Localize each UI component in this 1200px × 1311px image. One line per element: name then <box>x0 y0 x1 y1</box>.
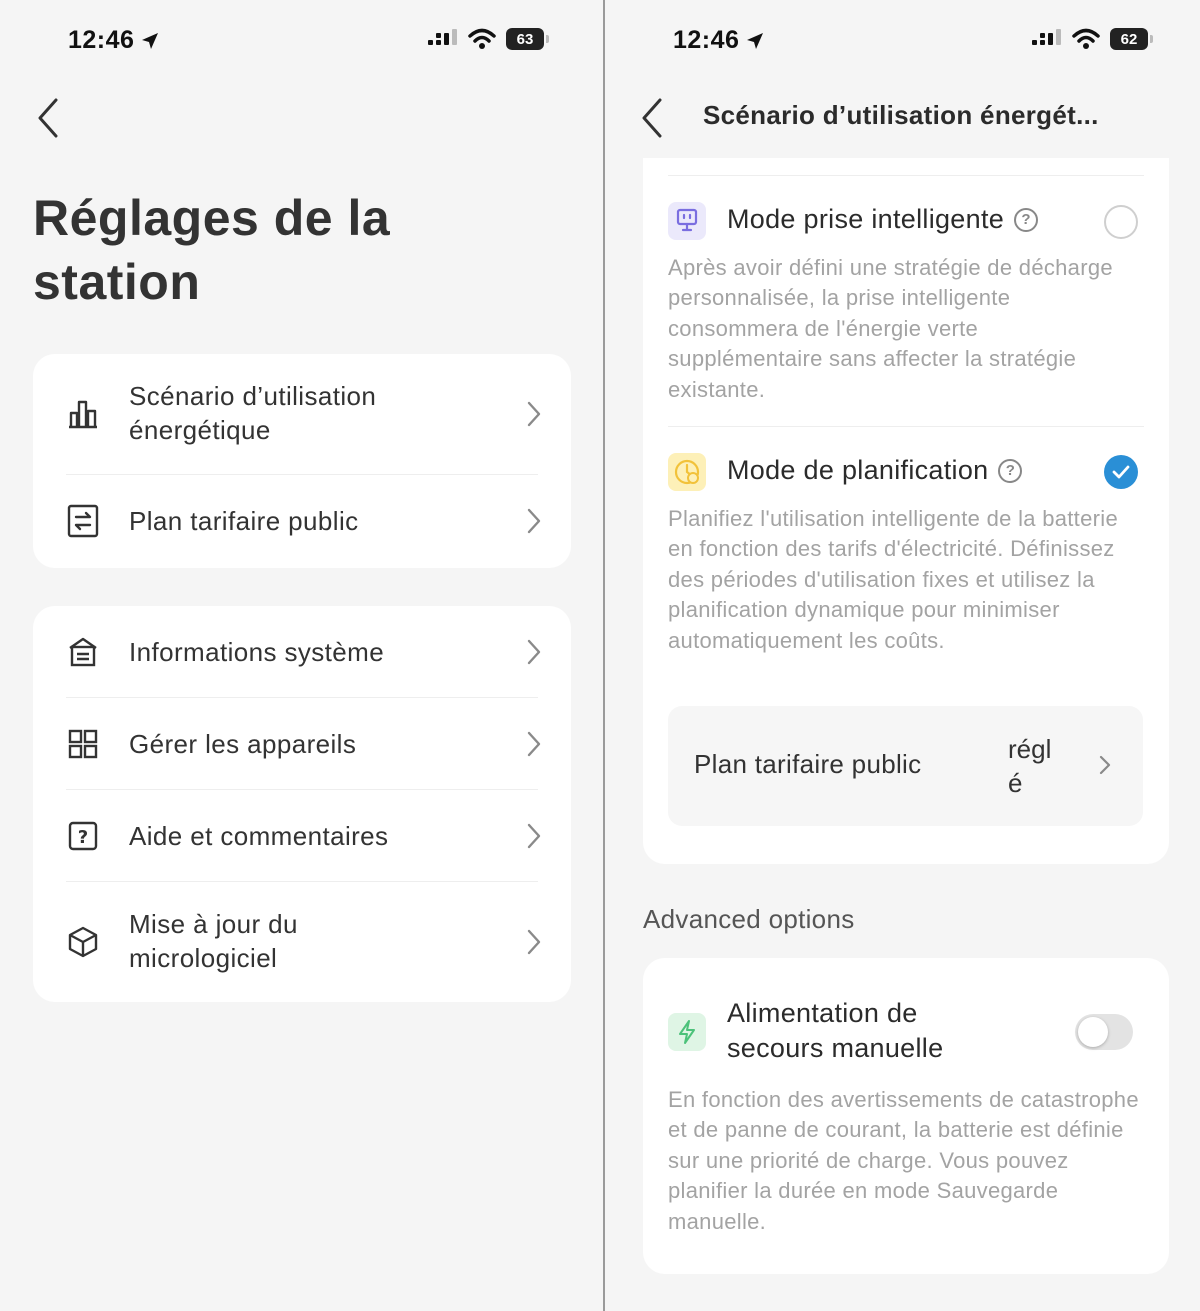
home-info-icon <box>66 635 100 669</box>
row-public-tariff-label: Plan tarifaire public <box>129 506 359 536</box>
toggle-knob <box>1078 1017 1108 1047</box>
schedule-title-text: Mode de planification <box>727 455 989 485</box>
check-icon <box>1112 465 1130 479</box>
chevron-right-icon <box>527 823 541 849</box>
page-title-line2: station <box>33 254 201 310</box>
smart-plug-mode-title: Mode prise intelligente ? <box>727 204 1039 235</box>
label-line1: Scénario d’utilisation <box>129 381 377 411</box>
help-box-icon: ? <box>66 819 100 853</box>
label-line2: micrologiciel <box>129 943 278 973</box>
label-line1: Mise à jour du <box>129 909 298 939</box>
right-screen: 12:46 62 Scénario d’utilisation énergét.… <box>605 0 1200 1311</box>
back-button[interactable] <box>34 96 64 140</box>
schedule-mode-title: Mode de planification ? <box>727 455 1023 486</box>
smart-plug-description: Après avoir défini une stratégie de déch… <box>668 255 1113 402</box>
row-firmware-update-label: Mise à jour du micrologiciel <box>129 907 298 975</box>
manual-backup-description: En fonction des avertissements de catast… <box>668 1087 1139 1234</box>
row-energy-scenario[interactable]: Scénario d’utilisation énergétique <box>33 354 571 474</box>
left-screen: 12:46 63 Réglages de la station Scénario… <box>0 0 603 1311</box>
cube-icon <box>66 925 100 959</box>
status-bar-time: 12:46 <box>673 26 765 55</box>
signal-icon <box>1032 29 1061 45</box>
row-firmware-update[interactable]: Mise à jour du micrologiciel <box>33 882 571 1002</box>
row-help-feedback[interactable]: ? Aide et commentaires <box>33 790 571 881</box>
battery-level: 62 <box>1120 30 1138 48</box>
smart-plug-icon <box>668 202 706 240</box>
advanced-options-card: Alimentation de secours manuelle En fonc… <box>643 958 1169 1274</box>
advanced-options-title: Advanced options <box>643 904 855 934</box>
status-line2: é <box>1008 768 1023 798</box>
settings-group-system: Informations système Gérer les appareils… <box>33 606 571 1002</box>
help-circle-icon[interactable]: ? <box>998 458 1023 483</box>
row-energy-scenario-label: Scénario d’utilisation énergétique <box>129 379 376 447</box>
row-system-info[interactable]: Informations système <box>33 606 571 697</box>
time-text: 12:46 <box>673 26 740 54</box>
battery-icon: 63 <box>506 28 549 50</box>
time-text: 12:46 <box>68 26 135 54</box>
bar-chart-icon <box>66 397 100 431</box>
chevron-right-icon <box>527 731 541 757</box>
label-line2: énergétique <box>129 415 271 445</box>
row-manage-devices-label: Gérer les appareils <box>129 729 357 759</box>
status-line1: régl <box>1008 734 1052 764</box>
grid-icon <box>66 727 100 761</box>
back-button[interactable] <box>638 96 668 140</box>
public-tariff-subcard[interactable]: Plan tarifaire public régl é <box>668 706 1143 826</box>
wifi-icon <box>468 28 496 49</box>
manual-backup-title: Alimentation de secours manuelle <box>727 996 943 1066</box>
title-line1: Alimentation de <box>727 998 918 1028</box>
title-line2: secours manuelle <box>727 1033 944 1063</box>
chevron-right-icon <box>527 401 541 427</box>
public-tariff-label: Plan tarifaire public <box>694 749 922 779</box>
row-system-info-label: Informations système <box>129 637 385 667</box>
chevron-right-icon <box>527 639 541 665</box>
chevron-right-icon <box>527 929 541 955</box>
public-tariff-status: régl é <box>1008 732 1051 800</box>
clock-icon <box>668 453 706 491</box>
status-bar-icons: 62 <box>1032 28 1153 50</box>
location-arrow-icon <box>747 32 764 49</box>
chevron-right-icon <box>1099 755 1111 775</box>
scenario-modes-card: Mode prise intelligente ? Après avoir dé… <box>643 158 1169 864</box>
header-title: Scénario d’utilisation énergét... <box>703 100 1099 130</box>
separator <box>668 175 1144 176</box>
chevron-right-icon <box>527 508 541 534</box>
signal-icon <box>428 29 457 45</box>
page-title-line1: Réglages de la <box>33 190 391 246</box>
page-title: Réglages de la station <box>33 186 390 314</box>
row-manage-devices[interactable]: Gérer les appareils <box>33 698 571 789</box>
help-circle-icon[interactable]: ? <box>1014 207 1039 232</box>
status-bar-time: 12:46 <box>68 26 160 55</box>
lightning-icon <box>668 1013 706 1051</box>
smart-plug-title-text: Mode prise intelligente <box>727 204 1005 234</box>
manual-backup-toggle[interactable] <box>1075 1014 1133 1050</box>
separator <box>668 426 1144 427</box>
row-help-feedback-label: Aide et commentaires <box>129 821 389 851</box>
schedule-mode-radio[interactable] <box>1104 455 1138 489</box>
schedule-description: Planifiez l'utilisation intelligente de … <box>668 506 1118 653</box>
status-bar-icons: 63 <box>428 28 549 50</box>
tariff-exchange-icon <box>66 504 100 538</box>
svg-text:?: ? <box>78 827 88 848</box>
battery-icon: 62 <box>1110 28 1153 50</box>
location-arrow-icon <box>142 32 159 49</box>
battery-level: 63 <box>516 30 534 48</box>
row-public-tariff[interactable]: Plan tarifaire public <box>33 475 571 568</box>
smart-plug-mode-radio[interactable] <box>1104 205 1138 239</box>
settings-group-energy: Scénario d’utilisation énergétique Plan … <box>33 354 571 568</box>
wifi-icon <box>1072 28 1100 49</box>
